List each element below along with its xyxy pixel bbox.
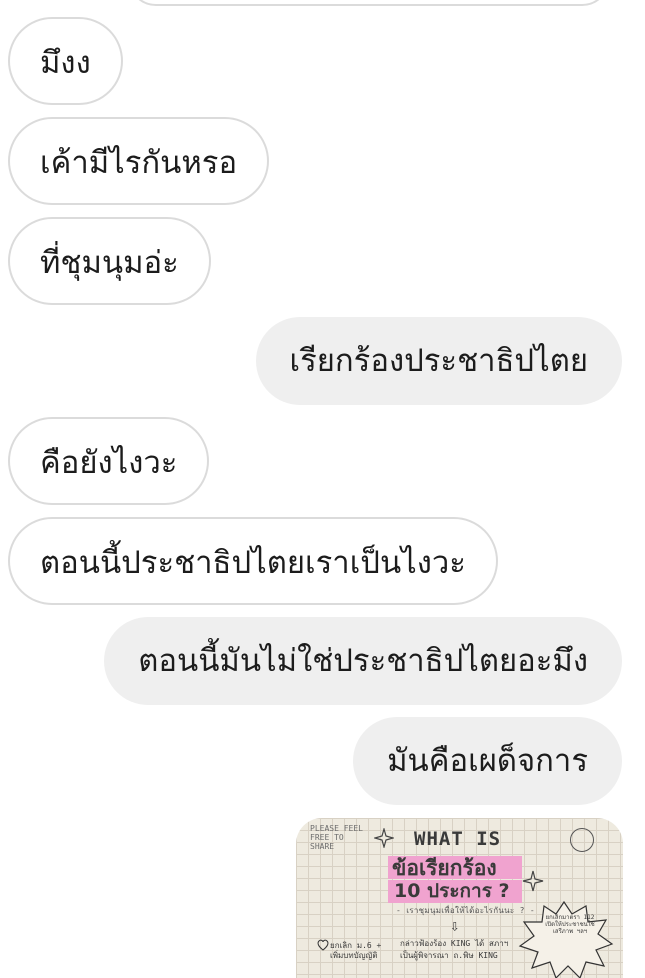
message-text: คือยังไงวะ (40, 445, 178, 481)
incoming-message-bubble[interactable]: ตอนนี้ประชาธิปไตยเราเป็นไงวะ (8, 517, 498, 605)
incoming-message-bubble[interactable]: ที่ชุมนุมอ่ะ (8, 217, 211, 305)
outgoing-message-bubble[interactable]: ตอนนี้มันไม่ใช่ประชาธิปไตยอะมึง (104, 617, 622, 705)
incoming-message-bubble[interactable]: มึงง (8, 17, 123, 105)
message-text: มึงง (40, 45, 91, 81)
arrow-down-icon: ⇩ (450, 916, 460, 935)
incoming-message-bubble[interactable]: คือยังไงวะ (8, 417, 210, 505)
image-message[interactable]: PLEASE FEEL FREE TO SHARE WHAT IS ข้อเรี… (296, 818, 623, 978)
message-text: เค้ามีไรกันหรอ (40, 145, 238, 181)
poster-title: WHAT IS (414, 828, 502, 850)
sparkle-doodle-icon (522, 870, 544, 892)
message-text: ตอนนี้ประชาธิปไตยเราเป็นไงวะ (40, 545, 466, 581)
poster-middle-note: กล่าวฟ้องร้อง KING ได้ สภาฯ เป็นผู้พิจาร… (400, 939, 509, 960)
message-text: มันคือเผด็จการ (387, 743, 588, 779)
burst-callout-text: ยกเลิกมาตรา 112 เปิดให้ประชาชนใช้เสรีภาพ… (545, 914, 595, 935)
burst-callout (518, 900, 614, 978)
outgoing-message-bubble[interactable]: เรียกร้องประชาธิปไตย (255, 317, 622, 405)
message-text: ที่ชุมนุมอ่ะ (40, 245, 179, 281)
poster-left-note: ยกเลิก ม.6 + เพิ่มบทบัญญัติ (330, 941, 382, 960)
outgoing-message-bubble[interactable]: มันคือเผด็จการ (353, 717, 622, 805)
stamp-badge (570, 828, 594, 852)
share-note: PLEASE FEEL FREE TO SHARE (310, 824, 363, 851)
previous-message-bubble-tail (128, 0, 610, 6)
message-text: ตอนนี้มันไม่ใช่ประชาธิปไตยอะมึง (138, 643, 588, 679)
star-doodle-icon (374, 828, 394, 848)
incoming-message-bubble[interactable]: เค้ามีไรกันหรอ (8, 117, 270, 205)
heart-doodle-icon (317, 939, 329, 951)
message-text: เรียกร้องประชาธิปไตย (289, 343, 589, 379)
poster-heading-line-2: 10 ประการ ? (394, 880, 510, 902)
